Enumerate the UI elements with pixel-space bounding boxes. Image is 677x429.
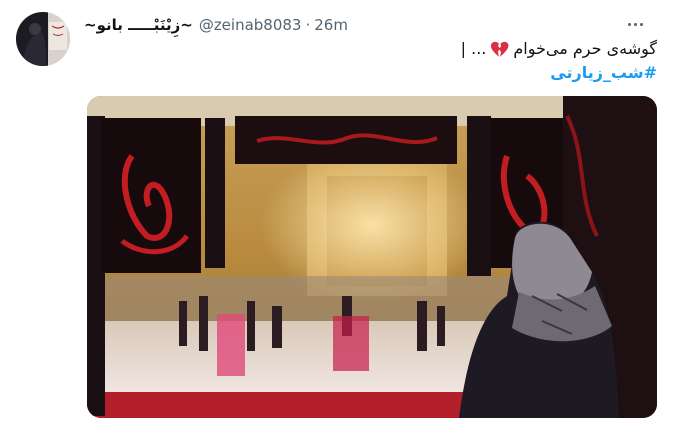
display-name[interactable]: ~زِیْنَبْـــــ بانو~ xyxy=(84,15,193,35)
tweet-text-trailing: ... | xyxy=(460,39,487,58)
separator-dot: · xyxy=(305,16,311,34)
hashtag-link[interactable]: #شب_زیارتی xyxy=(550,63,657,83)
tweet-text-main: گوشه‌ی حرم می‌خوام xyxy=(513,39,657,58)
tweet-card[interactable]: ~زِیْنَبْـــــ بانو~ @zeinab8083 · 26m گ… xyxy=(0,0,677,429)
timestamp[interactable]: 26m xyxy=(314,15,348,35)
user-handle[interactable]: @zeinab8083 xyxy=(199,15,302,35)
tweet-photo[interactable] xyxy=(87,96,657,418)
tweet-header: ~زِیْنَبْـــــ بانو~ @zeinab8083 · 26m xyxy=(84,15,348,35)
avatar[interactable] xyxy=(16,12,70,66)
tweet-text: گوشه‌ی حرم می‌خوام ... | xyxy=(461,39,657,59)
broken-heart-icon xyxy=(491,41,509,57)
more-options-icon[interactable] xyxy=(623,14,647,34)
